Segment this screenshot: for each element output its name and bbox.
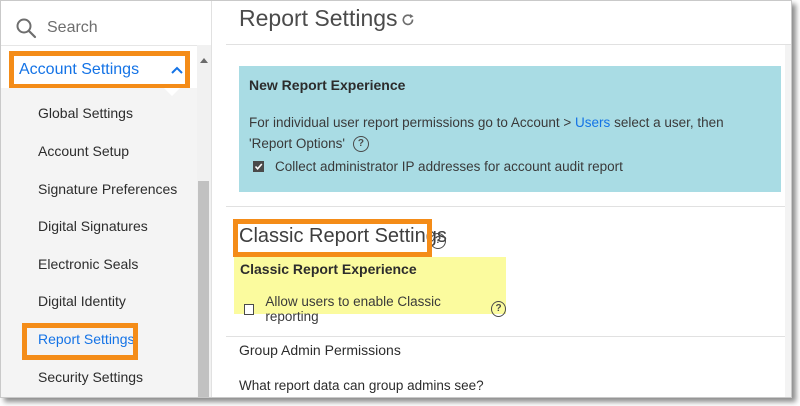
classic-experience-title: Classic Report Experience [240,261,417,277]
sidebar-item-security-settings[interactable]: Security Settings [38,369,143,385]
chevron-up-icon[interactable] [171,66,183,74]
window: Search Account Settings Global Settings … [0,0,792,398]
refresh-icon[interactable] [401,13,415,27]
new-report-description: For individual user report permissions g… [249,112,769,154]
divider [226,336,791,337]
classic-reporting-label: Allow users to enable Classic reporting [265,294,441,324]
new-report-title: New Report Experience [249,77,406,93]
divider [226,44,791,45]
group-admin-title: Group Admin Permissions [239,342,401,358]
description-text: For individual user report permissions g… [249,115,576,130]
collect-ip-option[interactable]: Collect administrator IP addresses for a… [253,159,623,174]
collect-ip-checkbox[interactable] [253,161,264,172]
search-box[interactable]: Search [15,17,98,39]
account-settings-submenu [1,88,197,397]
sidebar-item-digital-signatures[interactable]: Digital Signatures [38,218,148,234]
help-icon[interactable]: ? [352,136,369,153]
scrollbar-thumb[interactable] [198,181,209,397]
classic-reporting-checkbox[interactable] [244,303,255,315]
account-settings-label: Account Settings [19,60,140,78]
page-title: Report Settings [239,5,398,31]
help-icon[interactable]: ? [491,301,506,317]
collect-ip-label: Collect administrator IP addresses for a… [275,159,623,174]
sidebar-item-digital-identity[interactable]: Digital Identity [38,293,126,309]
search-icon [15,17,37,39]
classic-experience-panel: Classic Report Experience Allow users to… [234,257,506,324]
sidebar-item-account-setup[interactable]: Account Setup [38,143,129,159]
group-admin-question: What report data can group admins see? [239,378,484,393]
divider [226,206,791,207]
account-settings-header[interactable]: Account Settings [9,51,195,88]
search-placeholder: Search [47,19,98,36]
scroll-up-arrow[interactable] [200,58,208,63]
content-scrollbar[interactable] [785,45,791,397]
sidebar: Search Account Settings Global Settings … [1,1,212,397]
help-icon[interactable]: ? [430,233,446,249]
new-report-experience-panel: New Report Experience For individual use… [239,66,781,192]
sidebar-item-global-settings[interactable]: Global Settings [38,105,133,121]
classic-settings-title: Classic Report Settings [239,225,447,247]
users-link[interactable]: Users [575,115,610,130]
sidebar-item-electronic-seals[interactable]: Electronic Seals [38,256,138,272]
classic-reporting-option[interactable]: Allow users to enable Classic reporting … [244,294,506,324]
sidebar-item-signature-preferences[interactable]: Signature Preferences [38,181,177,197]
sidebar-item-report-settings[interactable]: Report Settings [38,331,135,347]
divider [1,45,211,46]
main-content: Report Settings New Report Experience Fo… [212,1,791,397]
active-notch [164,88,180,96]
